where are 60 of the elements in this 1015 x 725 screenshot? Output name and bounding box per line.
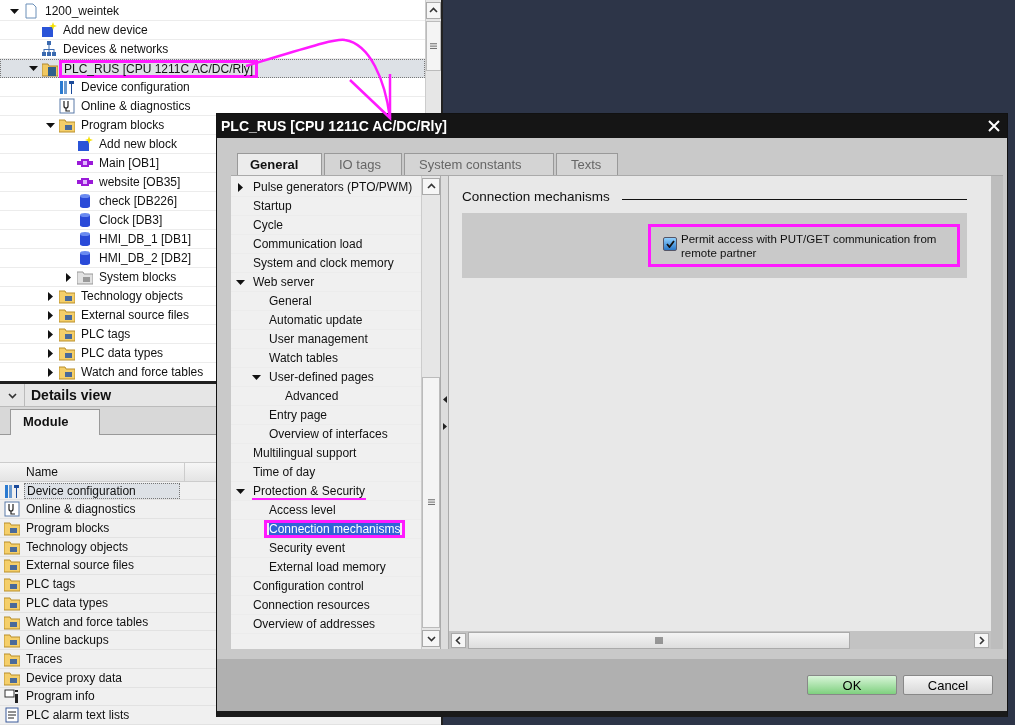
nav-item-label: User-defined pages: [268, 370, 375, 384]
nav-item-label: Entry page: [268, 408, 329, 422]
nav-item-label: Advanced: [284, 389, 340, 403]
nav-item-label: General: [268, 294, 313, 308]
tree-item-label: Main [OB1]: [98, 156, 161, 170]
nav-item-label: Time of day: [252, 465, 317, 479]
nav-item-label: Overview of addresses: [252, 617, 377, 631]
panel-title: Details view: [31, 387, 112, 403]
table-cell-text: Watch and force tables: [25, 614, 150, 629]
nav-item-label: Multilingual support: [252, 446, 358, 460]
table-cell-text: PLC alarm text lists: [25, 708, 131, 723]
table-cell-text: Program blocks: [25, 521, 111, 535]
tree-item-label: Devices & networks: [62, 42, 170, 56]
nav-item-label: External load memory: [268, 560, 387, 574]
nav-item-label: Connection mechanisms: [264, 520, 406, 538]
tree-item-label: PLC_RUS [CPU 1211C AC/DC/Rly]: [59, 59, 259, 78]
table-cell-text: External source files: [25, 558, 136, 573]
table-cell-text: Device proxy data: [25, 670, 124, 685]
nav-item-label: Watch tables: [268, 351, 339, 365]
nav-item-label: Pulse generators (PTO/PWM): [252, 180, 414, 194]
table-cell-text: Online backups: [25, 633, 110, 648]
tree-item-label: Program blocks: [80, 118, 166, 132]
nav-item-label: System and clock memory: [252, 256, 395, 270]
table-cell-text: PLC data types: [25, 595, 110, 610]
table-cell-text: PLC tags: [25, 577, 77, 592]
section-title: Connection mechanisms: [462, 189, 610, 204]
tree-item-label: System blocks: [98, 270, 178, 284]
tree-item-label: PLC data types: [80, 346, 165, 360]
table-cell-text: Online & diagnostics: [25, 502, 137, 517]
tree-item-label: 1200_weintek: [44, 4, 121, 18]
tree-item-label: PLC tags: [80, 327, 132, 341]
nav-item-label: User management: [268, 332, 369, 346]
table-cell-text: Technology objects: [25, 539, 130, 554]
tree-item-label: HMI_DB_2 [DB2]: [98, 251, 193, 265]
tree-item-label: Add new device: [62, 23, 149, 37]
tree-item-label: Clock [DB3]: [98, 213, 164, 227]
checkbox-label: Permit access with PUT/GET communication from remote partner: [681, 232, 938, 260]
tree-item-label: External source files: [80, 308, 191, 322]
nav-item-label: Cycle: [252, 218, 284, 232]
tree-item-label: Add new block: [98, 137, 179, 151]
tree-item-label: Watch and force tables: [80, 365, 205, 379]
tree-item-label: HMI_DB_1 [DB1]: [98, 232, 193, 246]
nav-item-label: Web server: [252, 275, 316, 289]
table-cell: Device configuration: [24, 482, 180, 499]
tree-item-label: Device configuration: [80, 80, 191, 94]
tree-item-label: check [DB226]: [98, 194, 179, 208]
tree-item-label: website [OB35]: [98, 175, 182, 189]
nav-item-label: Communication load: [252, 237, 364, 251]
nav-item-label: Automatic update: [268, 313, 364, 327]
tree-item-label: Technology objects: [80, 289, 185, 303]
nav-item-label: Connection resources: [252, 598, 371, 612]
nav-item-label: Overview of interfaces: [268, 427, 389, 441]
table-cell-text: Program info: [25, 689, 96, 704]
nav-item-label: Protection & Security: [251, 484, 368, 498]
nav-item-label: Configuration control: [252, 579, 365, 593]
nav-item-label: Security event: [268, 541, 347, 555]
nav-item-label: Access level: [268, 503, 337, 517]
tree-item-label: Online & diagnostics: [80, 99, 192, 113]
table-cell-text: Traces: [25, 652, 64, 667]
nav-item-label: Startup: [252, 199, 293, 213]
